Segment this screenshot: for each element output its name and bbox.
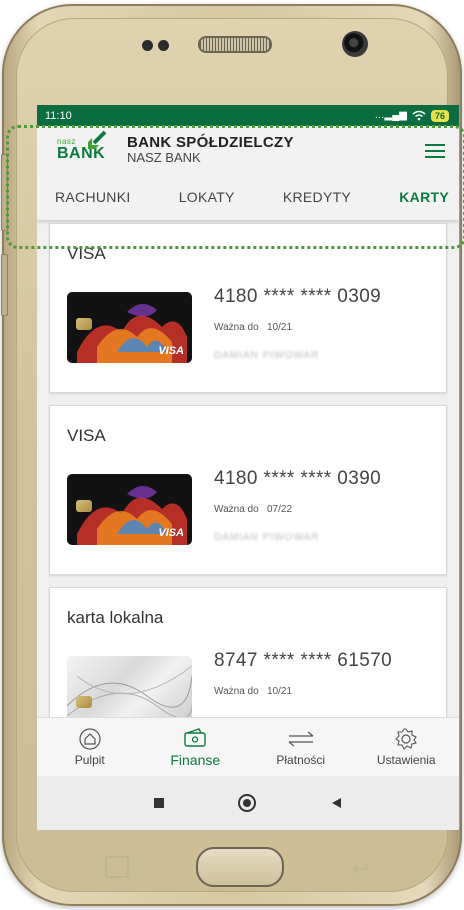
card-owner: DAMIAN PIWOWAR xyxy=(214,350,320,361)
status-time: 11:10 xyxy=(45,109,72,122)
valid-label: Ważna do xyxy=(214,504,259,515)
card-valid: Ważna do 10/21 xyxy=(214,322,292,333)
hardware-recent-key xyxy=(105,856,129,878)
back-button[interactable] xyxy=(330,797,342,809)
card-number: 4180 **** **** 0390 xyxy=(214,468,382,489)
home-button[interactable] xyxy=(238,794,256,812)
hardware-back-key: ↩ xyxy=(352,858,369,880)
recent-apps-button[interactable] xyxy=(154,798,164,808)
valid-label: Ważna do xyxy=(214,322,259,333)
status-icons: …▂▄▆ 76 xyxy=(374,109,449,122)
bottom-nav: Pulpit Finanse Płatności Ustawienia xyxy=(37,717,459,776)
card-item[interactable]: VISA VISA 4180 **** **** 0309 Ważna do 1… xyxy=(49,223,447,393)
sensor-dot xyxy=(142,40,153,51)
tab-bar: RACHUNKI LOKATY KREDYTY KARTY xyxy=(37,174,459,220)
chip-icon xyxy=(76,696,92,708)
visa-card-image: VISA xyxy=(67,474,192,545)
visa-card-image: VISA xyxy=(67,292,192,363)
tab-kredyty[interactable]: KREDYTY xyxy=(283,189,351,205)
menu-icon[interactable] xyxy=(425,144,445,158)
card-valid: Ważna do 07/22 xyxy=(214,504,292,515)
nav-label: Finanse xyxy=(170,752,221,768)
bank-title: BANK SPÓŁDZIELCZY xyxy=(127,134,294,151)
card-type: VISA xyxy=(67,244,106,263)
home-icon xyxy=(79,727,101,751)
wifi-icon xyxy=(412,110,426,121)
nav-ustawienia[interactable]: Ustawienia xyxy=(361,727,451,767)
volume-button xyxy=(1,154,8,231)
chip-icon xyxy=(76,500,92,512)
tab-karty[interactable]: KARTY xyxy=(399,189,449,205)
hardware-home-button xyxy=(196,847,284,887)
sensor-dot xyxy=(158,40,169,51)
system-nav-bar xyxy=(37,776,459,830)
wallet-icon xyxy=(183,726,207,750)
valid-label: Ważna do xyxy=(214,686,259,697)
card-item[interactable]: VISA VISA 4180 **** **** 0390 Ważna do 0… xyxy=(49,405,447,575)
nav-label: Ustawienia xyxy=(376,753,436,767)
app-header: nasz BANK BANK SPÓŁDZIELCZY NASZ BANK xyxy=(37,126,459,174)
card-number: 4180 **** **** 0309 xyxy=(214,286,382,307)
visa-logo: VISA xyxy=(158,527,184,539)
transfer-icon xyxy=(287,727,315,751)
gear-icon xyxy=(395,727,418,751)
phone-screen: 11:10 …▂▄▆ 76 nasz BANK BANK SPÓŁDZIELCZ… xyxy=(37,105,459,830)
tab-lokaty[interactable]: LOKATY xyxy=(179,189,235,205)
nav-label: Pulpit xyxy=(74,753,105,767)
card-type: karta lokalna xyxy=(67,608,164,627)
valid-date: 07/22 xyxy=(267,504,293,515)
earpiece-speaker xyxy=(198,36,272,53)
status-bar: 11:10 …▂▄▆ 76 xyxy=(37,105,459,126)
battery-indicator: 76 xyxy=(430,109,449,122)
nav-finanse[interactable]: Finanse xyxy=(150,726,240,768)
front-camera xyxy=(342,31,368,57)
nav-label: Płatności xyxy=(276,753,326,767)
nav-platnosci[interactable]: Płatności xyxy=(256,727,346,767)
card-owner: DAMIAN PIWOWAR xyxy=(214,532,320,543)
nav-pulpit[interactable]: Pulpit xyxy=(45,727,135,767)
signal-icon: …▂▄▆ xyxy=(374,110,407,121)
visa-logo: VISA xyxy=(158,345,184,357)
tab-rachunki[interactable]: RACHUNKI xyxy=(55,189,131,205)
card-number: 8747 **** **** 61570 xyxy=(214,650,393,671)
card-valid: Ważna do 10/21 xyxy=(214,686,292,697)
valid-date: 10/21 xyxy=(267,686,293,697)
chip-icon xyxy=(76,318,92,330)
card-type: VISA xyxy=(67,426,106,445)
logo-arrow-icon xyxy=(88,130,107,149)
bank-subtitle: NASZ BANK xyxy=(127,150,201,165)
bank-name-block: BANK SPÓŁDZIELCZY NASZ BANK xyxy=(127,135,294,165)
valid-date: 10/21 xyxy=(267,322,293,333)
side-button xyxy=(1,254,8,316)
